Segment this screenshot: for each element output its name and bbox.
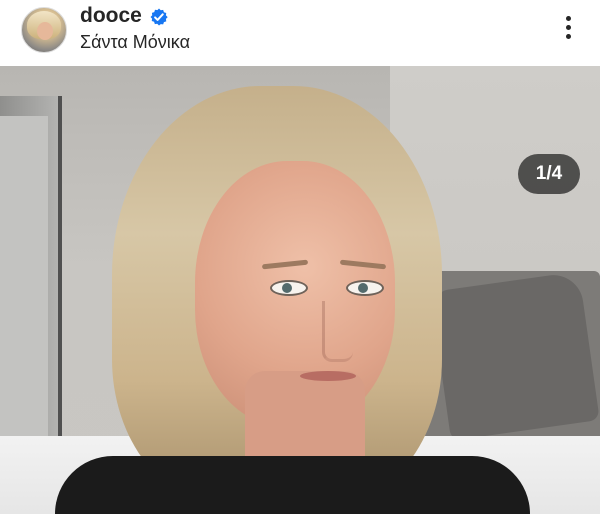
carousel-counter: 1/4 bbox=[518, 154, 580, 194]
post-photo[interactable]: 1/4 bbox=[0, 66, 600, 514]
post-header: dooce Σάντα Μόνικα bbox=[0, 0, 600, 66]
avatar[interactable] bbox=[21, 7, 67, 53]
photo-eye-right bbox=[346, 280, 384, 296]
photo-pillow bbox=[430, 271, 600, 441]
avatar-face bbox=[37, 22, 53, 40]
photo-top bbox=[55, 456, 530, 514]
photo-mouth bbox=[300, 371, 356, 381]
username[interactable]: dooce bbox=[80, 4, 142, 28]
more-dot bbox=[566, 25, 571, 30]
photo-nose bbox=[322, 301, 353, 362]
location[interactable]: Σάντα Μόνικα bbox=[80, 32, 190, 53]
more-dot bbox=[566, 16, 571, 21]
photo-door-panel bbox=[0, 116, 48, 456]
verified-badge-icon bbox=[150, 8, 168, 26]
more-dot bbox=[566, 34, 571, 39]
photo-eye-left bbox=[270, 280, 308, 296]
more-options-icon[interactable] bbox=[558, 14, 578, 42]
